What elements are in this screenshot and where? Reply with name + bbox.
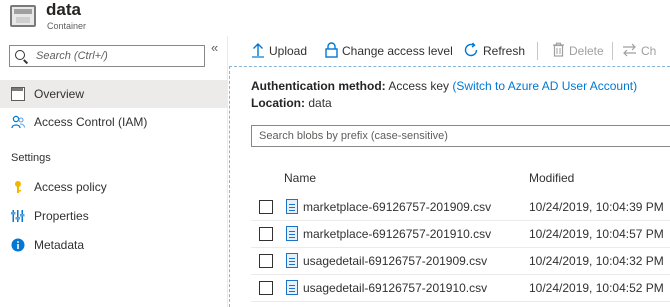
file-icon [286, 199, 298, 214]
change-access-level-label: Change access level [342, 44, 453, 58]
sidebar-item-access-policy[interactable]: Access policy [0, 173, 227, 201]
refresh-button[interactable]: Refresh [463, 36, 525, 66]
blob-search-box[interactable] [251, 125, 670, 147]
auth-label: Authentication method: [251, 79, 386, 93]
key-icon [11, 180, 25, 194]
file-icon [286, 280, 298, 295]
file-icon [286, 226, 298, 241]
upload-icon [251, 42, 265, 61]
command-bar: Upload Change access level Refresh Delet… [229, 36, 670, 66]
sidebar-item-label: Properties [34, 209, 89, 223]
change-tier-button[interactable]: Ch [622, 36, 656, 66]
row-checkbox[interactable] [259, 200, 273, 214]
sidebar-item-metadata[interactable]: Metadata [0, 231, 227, 259]
overview-icon [11, 87, 25, 101]
table-row[interactable]: marketplace-69126757-201910.csv 10/24/20… [251, 221, 670, 248]
table-row[interactable]: marketplace-69126757-201909.csv 10/24/20… [251, 194, 670, 221]
file-icon [286, 253, 298, 268]
column-header-modified[interactable]: Modified [529, 171, 574, 185]
sidebar-item-label: Access policy [34, 180, 107, 194]
table-row[interactable]: usagedetail-69126757-201910.csv 10/24/20… [251, 275, 670, 302]
delete-button[interactable]: Delete [552, 36, 604, 66]
sidebar-search-box[interactable] [9, 45, 205, 67]
row-checkbox[interactable] [259, 227, 273, 241]
sidebar-item-label: Access Control (IAM) [34, 115, 148, 129]
upload-button[interactable]: Upload [251, 36, 307, 66]
auth-value: Access key [388, 79, 450, 93]
upload-label: Upload [269, 44, 308, 58]
location-value: data [308, 96, 332, 110]
blob-name[interactable]: marketplace-69126757-201910.csv [303, 227, 491, 241]
toolbar-divider [612, 42, 613, 60]
sidebar-item-access-control[interactable]: Access Control (IAM) [0, 108, 227, 136]
delete-label: Delete [569, 44, 604, 58]
container-icon [10, 5, 36, 27]
search-icon [15, 50, 25, 60]
sidebar: « Overview Access Control (IAM) Settings… [0, 36, 228, 307]
refresh-icon [463, 42, 479, 61]
refresh-label: Refresh [483, 44, 526, 58]
blob-modified: 10/24/2019, 10:04:39 PM [529, 200, 664, 214]
change-tier-label: Ch [641, 44, 657, 58]
authentication-method: Authentication method: Access key (Switc… [251, 79, 637, 93]
sidebar-item-overview[interactable]: Overview [0, 80, 227, 108]
sidebar-item-label: Metadata [34, 238, 85, 252]
people-icon [11, 115, 26, 129]
blob-search-input[interactable] [259, 128, 669, 144]
blob-name[interactable]: usagedetail-69126757-201909.csv [303, 254, 487, 268]
blob-name[interactable]: usagedetail-69126757-201910.csv [303, 281, 487, 295]
blob-modified: 10/24/2019, 10:04:57 PM [529, 227, 664, 241]
location-label: Location: [251, 96, 305, 110]
collapse-sidebar-button[interactable]: « [211, 40, 218, 55]
row-checkbox[interactable] [259, 281, 273, 295]
table-row[interactable]: usagedetail-69126757-201909.csv 10/24/20… [251, 248, 670, 275]
info-icon [11, 238, 25, 252]
page-subtitle: Container [47, 21, 87, 31]
sidebar-item-properties[interactable]: Properties [0, 202, 227, 230]
change-access-level-button[interactable]: Change access level [325, 36, 453, 66]
page-title: data [46, 0, 81, 19]
blob-list-panel: Authentication method: Access key (Switc… [229, 66, 670, 307]
blob-modified: 10/24/2019, 10:04:52 PM [529, 281, 664, 295]
column-header-name[interactable]: Name [284, 171, 316, 185]
toolbar-divider [537, 42, 538, 60]
swap-icon [622, 43, 637, 60]
blob-modified: 10/24/2019, 10:04:32 PM [529, 254, 664, 268]
location: Location: data [251, 96, 332, 110]
lock-icon [325, 41, 338, 61]
sidebar-search-input[interactable] [36, 48, 201, 64]
blade-header: data Container [0, 0, 670, 36]
sidebar-item-label: Overview [34, 87, 85, 101]
sidebar-section-settings: Settings [11, 152, 51, 164]
switch-auth-link[interactable]: (Switch to Azure AD User Account) [452, 79, 637, 93]
row-checkbox[interactable] [259, 254, 273, 268]
sliders-icon [11, 209, 25, 223]
blob-name[interactable]: marketplace-69126757-201909.csv [303, 200, 491, 214]
trash-icon [552, 42, 565, 60]
